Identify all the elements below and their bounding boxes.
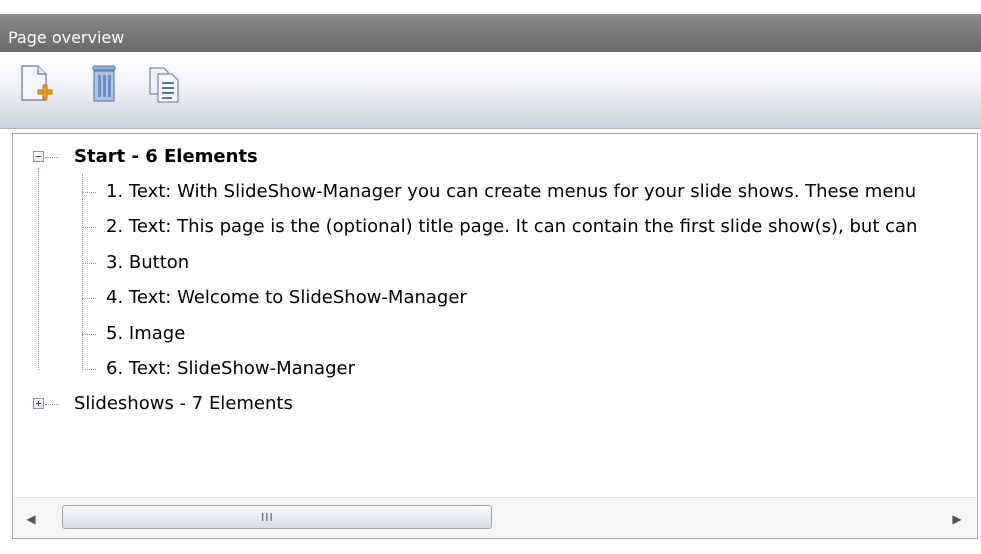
new-page-plus-icon: [21, 65, 53, 101]
scrollbar-thumb[interactable]: III: [62, 505, 492, 529]
tree-item-3[interactable]: 3. Button: [106, 252, 189, 274]
delete-button[interactable]: [84, 62, 124, 110]
horizontal-scrollbar[interactable]: ◀ III ▶: [14, 497, 976, 538]
scroll-left-arrow-icon[interactable]: ◀: [22, 510, 40, 528]
toolbar: [0, 52, 981, 129]
expand-toggle-slideshows[interactable]: [33, 398, 44, 409]
tree-node-slideshows[interactable]: Slideshows - 7 Elements: [74, 393, 293, 415]
duplicate-button[interactable]: [144, 62, 184, 110]
collapse-toggle-start[interactable]: [33, 151, 44, 162]
panel-titlebar: Page overview: [0, 0, 981, 52]
panel-title: Page overview: [8, 28, 125, 47]
tree-connector: [38, 168, 39, 370]
trash-icon: [92, 65, 116, 102]
page-overview-panel: Page overview Start - 6 Elements 1. Text…: [0, 0, 981, 554]
tree-item-6[interactable]: 6. Text: SlideShow-Manager: [106, 358, 355, 380]
tree-item-1[interactable]: 1. Text: With SlideShow-Manager you can …: [106, 181, 916, 203]
add-page-button[interactable]: [16, 62, 56, 110]
page-tree[interactable]: Start - 6 Elements 1. Text: With SlideSh…: [12, 133, 978, 539]
scrollbar-grip: III: [261, 511, 274, 524]
copy-pages-icon: [149, 67, 179, 103]
tree-node-start[interactable]: Start - 6 Elements: [74, 146, 258, 168]
tree-item-5[interactable]: 5. Image: [106, 323, 185, 345]
scroll-right-arrow-icon[interactable]: ▶: [948, 510, 966, 528]
tree-item-2[interactable]: 2. Text: This page is the (optional) tit…: [106, 216, 917, 238]
tree-item-4[interactable]: 4. Text: Welcome to SlideShow-Manager: [106, 287, 467, 309]
